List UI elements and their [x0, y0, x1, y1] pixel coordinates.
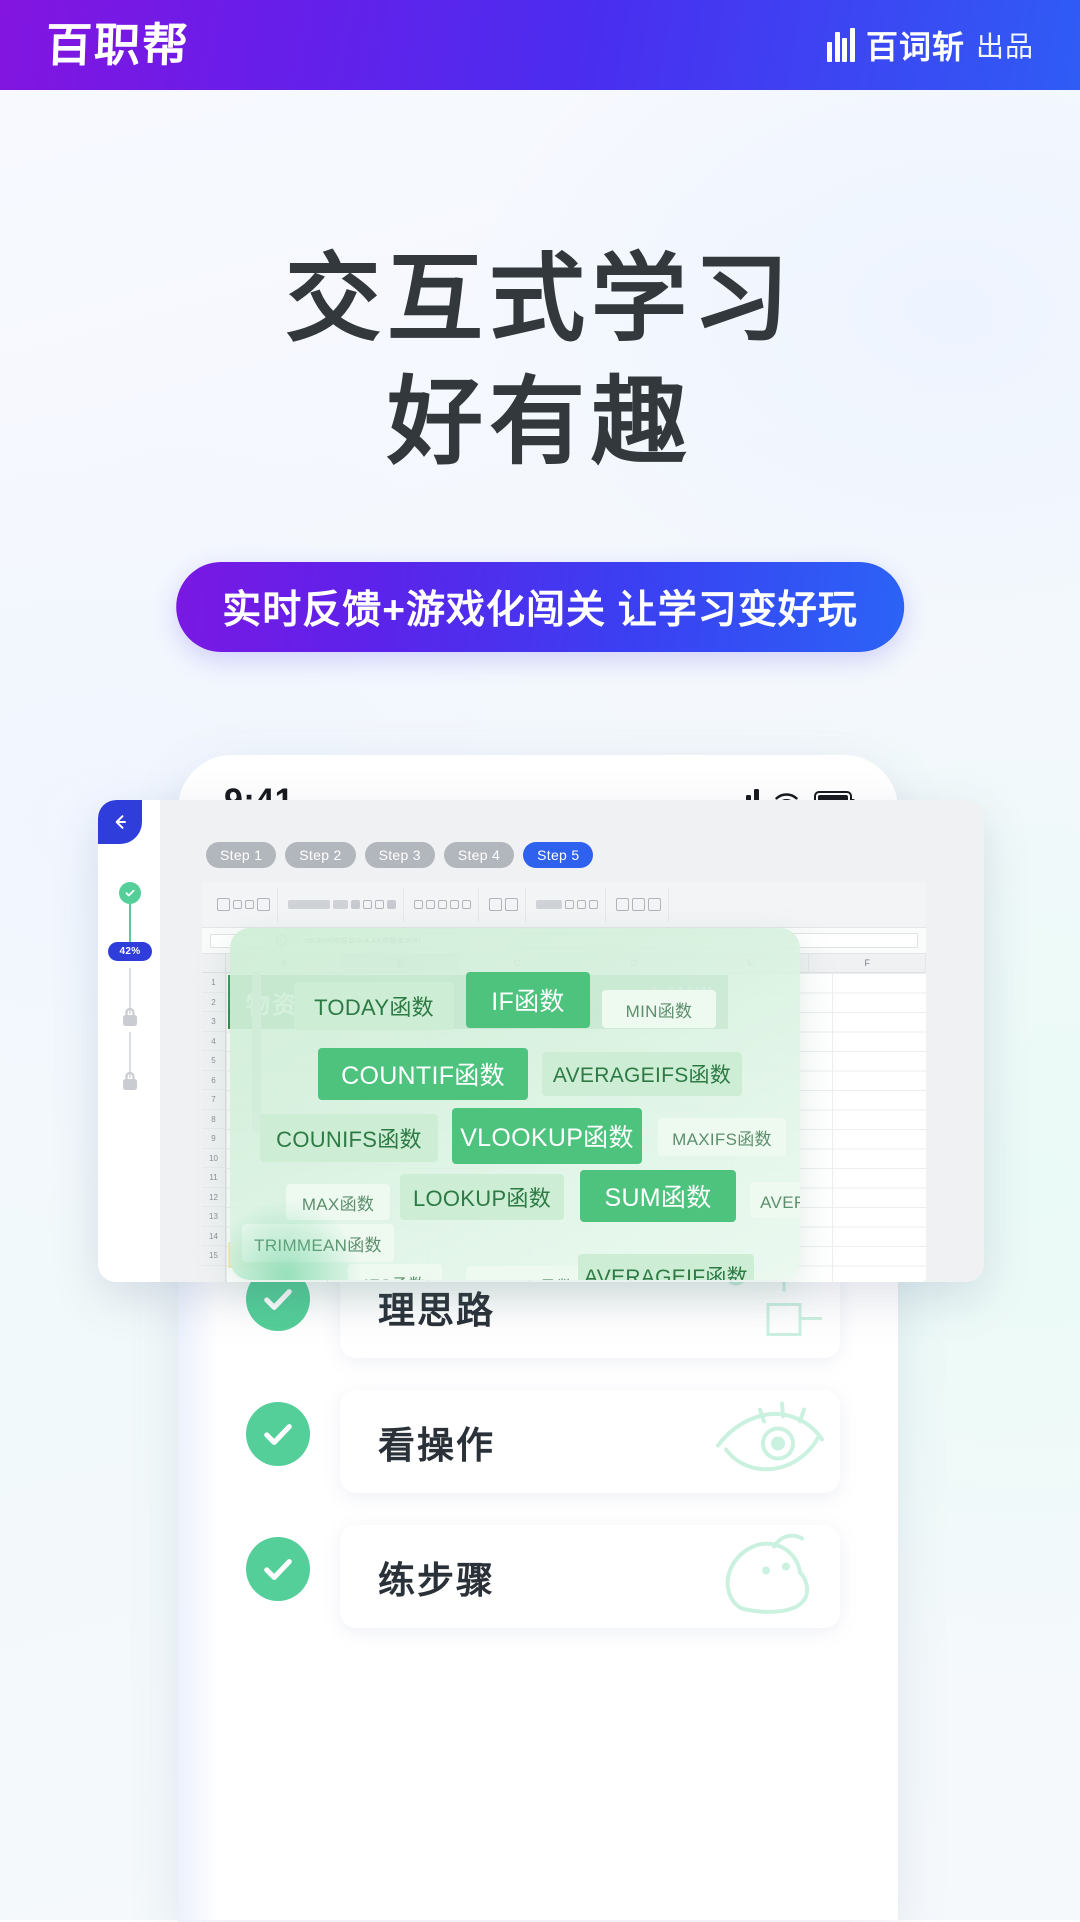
row-header[interactable]: 11 — [202, 1168, 225, 1188]
toolbar-group-font — [281, 887, 404, 922]
progress-track: 42% — [108, 882, 152, 1090]
step-tab-bar: Step 1 Step 2 Step 3 Step 4 Step 5 — [206, 842, 594, 868]
step-tab-2[interactable]: Step 2 — [285, 842, 356, 868]
publisher-logo-icon — [827, 28, 855, 62]
back-arrow-icon — [115, 815, 126, 829]
row-header[interactable]: 4 — [202, 1032, 225, 1051]
list-item[interactable]: 看操作 — [178, 1390, 898, 1493]
step-tab-3[interactable]: Step 3 — [364, 842, 435, 868]
row-header[interactable]: 15 — [202, 1246, 225, 1266]
function-tag[interactable]: MIN函数 — [602, 990, 716, 1028]
function-tag[interactable]: LOOKUP函数 — [400, 1174, 564, 1220]
row-header[interactable]: 14 — [202, 1227, 225, 1246]
row-header[interactable]: 12 — [202, 1188, 225, 1207]
function-tag[interactable]: VLOOKUP函数 — [452, 1108, 642, 1164]
publisher-suffix: 出品 — [975, 31, 1034, 62]
row-header[interactable]: 9 — [202, 1129, 225, 1149]
page-title: 交互式学习 好有趣 — [0, 238, 1080, 484]
step-tab-5[interactable]: Step 5 — [523, 842, 594, 868]
mouse-icon — [708, 1525, 828, 1628]
column-header-f[interactable]: F — [809, 953, 926, 973]
select-all-corner[interactable] — [202, 954, 226, 972]
headline-line-2: 好有趣 — [387, 365, 693, 478]
phone-edge-fade — [178, 1282, 218, 1922]
progress-rail: 42% — [98, 800, 160, 1282]
feature-pill: 实时反馈+游戏化闯关 让学习变好玩 — [176, 562, 904, 652]
row-header[interactable]: 5 — [202, 1051, 225, 1071]
check-circle-icon[interactable] — [119, 882, 141, 904]
function-tag[interactable]: COUNTIF函数 — [318, 1048, 528, 1100]
lock-icon[interactable] — [120, 1070, 140, 1092]
publisher-mark: 百词斩 出品 — [827, 22, 1034, 68]
eye-icon — [708, 1393, 828, 1490]
lesson-step-list: 理思路 看操作 练步骤 — [178, 1255, 898, 1660]
function-tag[interactable]: IF函数 — [466, 972, 590, 1028]
step-tab-4[interactable]: Step 4 — [443, 842, 515, 868]
step-label: 看操作 — [378, 1424, 495, 1466]
row-header[interactable]: 6 — [202, 1071, 225, 1090]
row-header[interactable]: 8 — [202, 1110, 225, 1129]
progress-badge: 42% — [108, 942, 152, 961]
function-tag[interactable]: AVERAGEIFS函数 — [542, 1052, 742, 1096]
function-tag[interactable]: TODAY函数 — [294, 982, 454, 1030]
function-tag[interactable]: IFS函数 — [348, 1264, 442, 1280]
function-tag[interactable]: COUNIFS函数 — [260, 1114, 438, 1162]
back-button[interactable] — [98, 800, 142, 844]
step-card[interactable]: 练步骤 — [340, 1525, 840, 1628]
list-item[interactable]: 练步骤 — [178, 1525, 898, 1628]
function-tag[interactable]: MAX函数 — [286, 1184, 390, 1220]
step-card[interactable]: 看操作 — [340, 1390, 840, 1493]
function-tag[interactable]: AVERAGEIF函数 — [578, 1254, 754, 1280]
check-circle-icon — [246, 1537, 310, 1601]
step-label: 理思路 — [378, 1289, 495, 1331]
function-tag-panel: TODAY函数 IF函数 MIN函数 COUNTIF函数 AVERAGEIFS函数 COU… — [230, 928, 800, 1280]
toolbar-group-styles — [609, 887, 669, 922]
check-circle-icon — [246, 1402, 310, 1466]
lock-icon[interactable] — [120, 1006, 140, 1028]
function-tag[interactable]: AVERAGE函数 — [750, 1182, 800, 1218]
function-tag[interactable]: MAXIFS函数 — [658, 1118, 786, 1156]
step-tab-1[interactable]: Step 1 — [206, 842, 277, 868]
toolbar-group-number — [529, 887, 606, 922]
row-header[interactable]: 10 — [202, 1149, 225, 1168]
function-tag[interactable]: SUM函数 — [580, 1170, 736, 1222]
row-header[interactable]: 2 — [202, 993, 225, 1012]
row-header[interactable]: 1 — [202, 973, 225, 993]
row-header[interactable]: 13 — [202, 1207, 225, 1227]
toolbar-group-clipboard — [210, 887, 278, 922]
rail-segment-complete — [129, 902, 131, 944]
app-header: 百职帮 百词斩 出品 — [0, 0, 1080, 90]
headline-line-1: 交互式学习 — [285, 243, 795, 355]
publisher-name: 百词斩 — [865, 29, 965, 65]
row-header[interactable]: 7 — [202, 1090, 225, 1110]
excel-row-numbers: 1 2 3 4 5 6 7 8 9 10 11 12 13 14 15 — [202, 973, 226, 1282]
function-tag[interactable]: COUNT函数 — [466, 1266, 586, 1280]
function-tag[interactable]: TRIMMEAN函数 — [242, 1224, 394, 1262]
step-label: 练步骤 — [378, 1559, 495, 1601]
excel-toolbar — [202, 882, 926, 928]
toolbar-group-merge — [482, 887, 526, 922]
row-header[interactable]: 3 — [202, 1012, 225, 1032]
brand-logo: 百职帮 — [45, 18, 191, 72]
toolbar-group-align — [407, 887, 479, 922]
